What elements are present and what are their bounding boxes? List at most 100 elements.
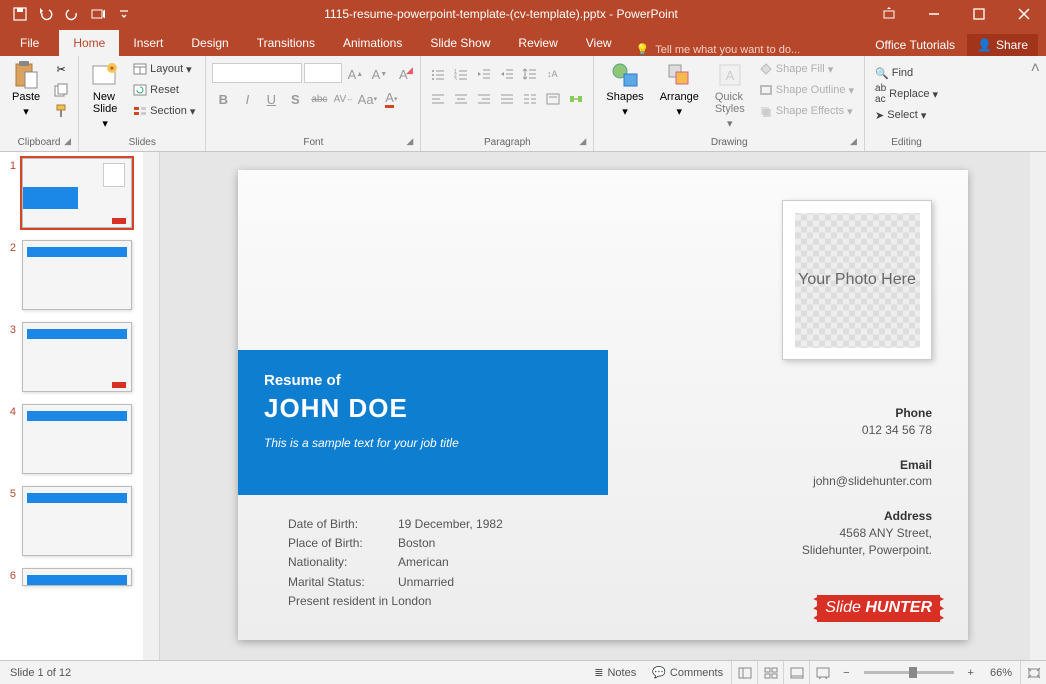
save-icon[interactable]	[8, 2, 32, 26]
fit-to-window-button[interactable]	[1020, 661, 1046, 684]
strikethrough-button[interactable]: abc	[308, 88, 330, 110]
underline-button[interactable]: U	[260, 88, 282, 110]
slideshow-view-button[interactable]	[809, 661, 835, 684]
change-case-button[interactable]: Aa▾	[356, 88, 378, 110]
shape-outline-button[interactable]: Shape Outline▾	[755, 80, 858, 100]
line-spacing-button[interactable]	[519, 63, 541, 85]
paragraph-dialog-launcher[interactable]: ◢	[579, 136, 591, 148]
slide-counter[interactable]: Slide 1 of 12	[0, 667, 81, 679]
thumbnail-1[interactable]	[22, 158, 132, 228]
copy-button[interactable]	[50, 80, 72, 100]
format-painter-button[interactable]	[50, 101, 72, 121]
font-color-button[interactable]: A▾	[380, 88, 402, 110]
drawing-dialog-launcher[interactable]: ◢	[850, 136, 862, 148]
clipboard-dialog-launcher[interactable]: ◢	[64, 136, 76, 148]
tab-slideshow[interactable]: Slide Show	[416, 30, 504, 56]
font-dialog-launcher[interactable]: ◢	[406, 136, 418, 148]
tab-home[interactable]: Home	[59, 30, 119, 56]
scissors-icon: ✂	[57, 63, 66, 76]
slide-thumbnails-pane: 1 2 3 4 5 6	[0, 152, 160, 660]
zoom-out-button[interactable]: −	[835, 661, 857, 684]
ribbon-options-icon[interactable]	[866, 0, 911, 28]
shadow-button[interactable]: S	[284, 88, 306, 110]
shape-effects-button[interactable]: Shape Effects▾	[755, 101, 858, 121]
smartart-button[interactable]	[565, 88, 587, 110]
redo-icon[interactable]	[60, 2, 84, 26]
canvas-vertical-scrollbar[interactable]	[1030, 152, 1046, 660]
maximize-icon[interactable]	[956, 0, 1001, 28]
decrease-font-button[interactable]: A▼	[368, 63, 390, 85]
numbering-button[interactable]: 123	[450, 63, 472, 85]
close-icon[interactable]	[1001, 0, 1046, 28]
tab-view[interactable]: View	[572, 30, 626, 56]
bullets-button[interactable]	[427, 63, 449, 85]
slide-canvas-area: Your Photo Here Resume of JOHN DOE This …	[160, 152, 1046, 660]
text-direction-button[interactable]: ↕A	[542, 63, 564, 85]
columns-button[interactable]	[519, 88, 541, 110]
tell-me-search[interactable]: 💡 Tell me what you want to do...	[626, 43, 811, 56]
title-block[interactable]: Resume of JOHN DOE This is a sample text…	[238, 350, 608, 495]
cut-button[interactable]: ✂	[50, 59, 72, 79]
justify-button[interactable]	[496, 88, 518, 110]
align-left-button[interactable]	[427, 88, 449, 110]
contact-block[interactable]: Phone 012 34 56 78 Email john@slidehunte…	[802, 395, 932, 559]
thumbnail-3[interactable]	[22, 322, 132, 392]
shape-fill-button[interactable]: Shape Fill▾	[755, 59, 858, 79]
align-center-button[interactable]	[450, 88, 472, 110]
photo-placeholder[interactable]: Your Photo Here	[782, 200, 932, 360]
minimize-icon[interactable]	[911, 0, 956, 28]
reset-button[interactable]: Reset	[129, 80, 199, 100]
zoom-level[interactable]: 66%	[982, 661, 1020, 684]
share-button[interactable]: 👤 Share	[967, 34, 1038, 56]
slide-1[interactable]: Your Photo Here Resume of JOHN DOE This …	[238, 170, 968, 640]
layout-button[interactable]: Layout▾	[129, 59, 199, 79]
new-slide-icon: ✶	[91, 61, 119, 89]
decrease-indent-button[interactable]	[473, 63, 495, 85]
sorter-view-button[interactable]	[757, 661, 783, 684]
thumbnail-4[interactable]	[22, 404, 132, 474]
office-tutorials-link[interactable]: Office Tutorials	[875, 38, 955, 52]
share-icon: 👤	[977, 38, 992, 52]
collapse-ribbon-icon[interactable]: ˄	[1025, 56, 1046, 151]
notes-button[interactable]: ≣Notes	[586, 661, 644, 684]
find-button[interactable]: 🔍Find	[871, 63, 942, 83]
increase-font-button[interactable]: A▲	[344, 63, 366, 85]
thumbnail-5[interactable]	[22, 486, 132, 556]
increase-indent-button[interactable]	[496, 63, 518, 85]
align-right-button[interactable]	[473, 88, 495, 110]
tab-file[interactable]: File	[0, 30, 59, 56]
svg-text:A: A	[725, 68, 734, 83]
section-button[interactable]: Section▾	[129, 101, 199, 121]
tab-review[interactable]: Review	[504, 30, 571, 56]
thumbnail-2[interactable]	[22, 240, 132, 310]
arrange-button[interactable]: Arrange▾	[654, 59, 705, 135]
tab-animations[interactable]: Animations	[329, 30, 416, 56]
personal-details[interactable]: Date of Birth:19 December, 1982 Place of…	[288, 515, 503, 611]
font-size-combo[interactable]	[304, 63, 342, 83]
qat-customize-icon[interactable]	[112, 2, 136, 26]
normal-view-button[interactable]	[731, 661, 757, 684]
bold-button[interactable]: B	[212, 88, 234, 110]
zoom-in-button[interactable]: +	[960, 661, 982, 684]
italic-button[interactable]: I	[236, 88, 258, 110]
zoom-slider[interactable]	[864, 671, 954, 674]
select-button[interactable]: ➤Select▾	[871, 105, 942, 125]
tab-insert[interactable]: Insert	[119, 30, 177, 56]
paste-button[interactable]: Paste ▾	[6, 59, 46, 135]
char-spacing-button[interactable]: AV↔	[332, 88, 354, 110]
undo-icon[interactable]	[34, 2, 58, 26]
replace-button[interactable]: abacReplace▾	[871, 84, 942, 104]
reading-view-button[interactable]	[783, 661, 809, 684]
thumbnail-6[interactable]	[22, 568, 132, 586]
new-slide-button[interactable]: ✶ New Slide ▾	[85, 59, 125, 135]
comments-button[interactable]: 💬Comments	[644, 661, 731, 684]
start-from-beginning-icon[interactable]	[86, 2, 110, 26]
quick-styles-button[interactable]: A Quick Styles▾	[709, 59, 751, 135]
shapes-button[interactable]: Shapes▾	[600, 59, 649, 135]
clear-formatting-button[interactable]: A◢	[392, 63, 414, 85]
tab-transitions[interactable]: Transitions	[243, 30, 329, 56]
font-family-combo[interactable]	[212, 63, 302, 83]
thumbnails-scrollbar[interactable]	[143, 152, 159, 660]
align-text-button[interactable]	[542, 88, 564, 110]
tab-design[interactable]: Design	[177, 30, 242, 56]
